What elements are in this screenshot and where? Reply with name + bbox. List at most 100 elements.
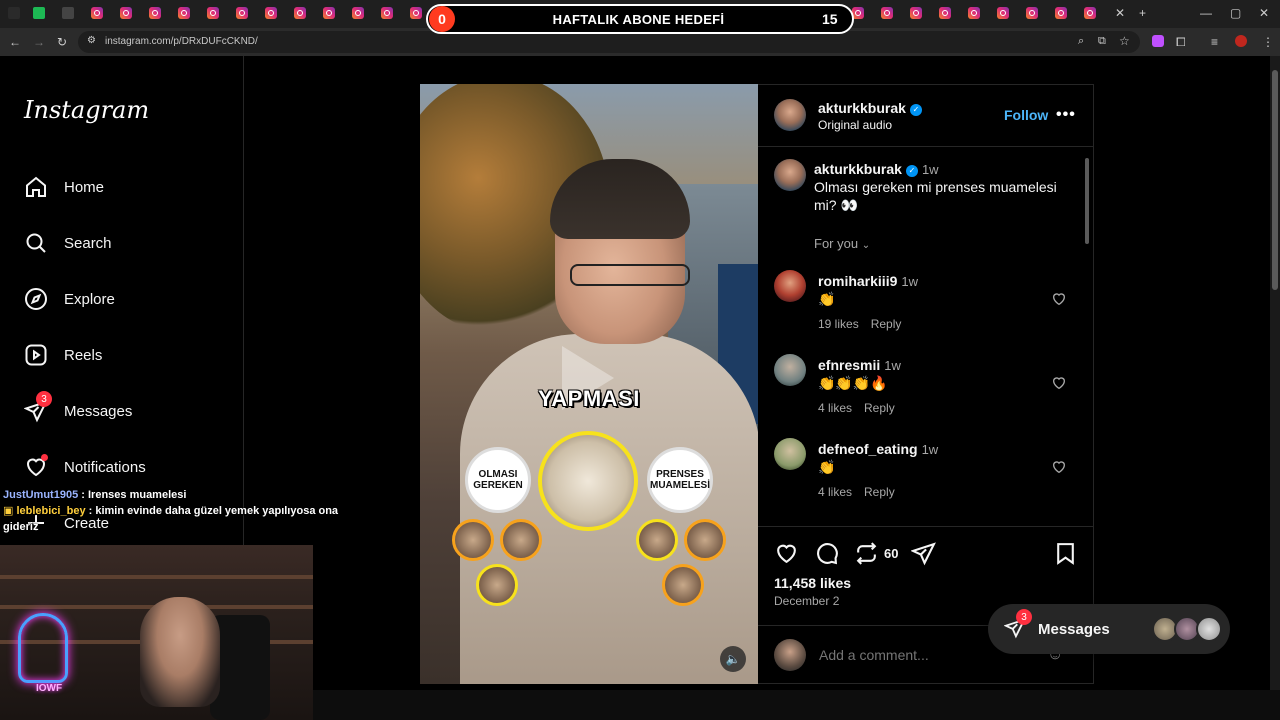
maximize-icon[interactable]: ▢ (1230, 6, 1241, 20)
comments-scrollbar-thumb[interactable] (1085, 158, 1089, 244)
caption-author[interactable]: akturkkburak ✓ 1w (814, 161, 939, 177)
more-options-icon[interactable]: ••• (1056, 106, 1076, 124)
for-you-label[interactable]: For you (814, 236, 858, 251)
instagram-tab-icon[interactable] (149, 7, 161, 19)
comment-username[interactable]: defneof_eating 1w (818, 441, 938, 457)
post-date[interactable]: December 2 (774, 594, 839, 608)
sidebar-item-messages[interactable]: 3 Messages (22, 391, 132, 431)
repost-icon[interactable] (854, 541, 879, 566)
instagram-tab-icon[interactable] (1026, 7, 1038, 19)
reel-video[interactable]: YAPMASI OLMASI GEREKEN PRENSES MUAMELESİ… (420, 84, 758, 684)
sidebar-item-explore[interactable]: Explore (22, 279, 115, 319)
tab-favicon[interactable] (33, 7, 45, 19)
tab-favicon[interactable] (62, 7, 74, 19)
comment-avatar[interactable] (774, 354, 806, 386)
instagram-tab-icon[interactable] (1055, 7, 1067, 19)
comment-username[interactable]: efnresmii 1w (818, 357, 901, 373)
url-text[interactable]: instagram.com/p/DRxDUFcCKND/ (105, 36, 258, 47)
install-icon[interactable]: ⧉ (1098, 35, 1106, 48)
messages-floating-button[interactable]: 3 Messages (988, 604, 1230, 654)
author-username-text[interactable]: akturkkburak (818, 100, 906, 116)
comments-scrollbar[interactable] (1085, 148, 1091, 524)
instagram-tab-icon[interactable] (207, 7, 219, 19)
goal-target-count: 15 (822, 11, 838, 27)
like-heart-icon[interactable] (774, 541, 799, 566)
video-center-circle (538, 431, 638, 531)
zoom-icon[interactable]: ⌕ (1078, 35, 1084, 48)
forward-icon[interactable]: → (33, 35, 45, 49)
instagram-tab-icon[interactable] (91, 7, 103, 19)
comment-likes[interactable]: 4 likes (818, 401, 852, 415)
sidebar-item-home[interactable]: Home (22, 167, 104, 207)
back-icon[interactable]: ← (9, 35, 21, 49)
for-you-dropdown[interactable]: For you ⌄ (814, 236, 870, 251)
subscriber-goal-overlay: 0 HAFTALIK ABONE HEDEFİ 15 (426, 4, 854, 34)
instagram-tab-icon[interactable] (120, 7, 132, 19)
instagram-tab-icon[interactable] (997, 7, 1009, 19)
instagram-tab-icon[interactable] (1084, 7, 1096, 19)
site-info-icon[interactable]: ⚙ (87, 35, 96, 46)
comment-time: 1w (884, 358, 901, 373)
comment-username-text[interactable]: defneof_eating (818, 441, 918, 457)
instagram-tab-icon[interactable] (910, 7, 922, 19)
save-bookmark-icon[interactable] (1053, 541, 1078, 566)
share-icon[interactable] (911, 541, 936, 566)
comment-bubble-icon[interactable] (814, 541, 839, 566)
address-field[interactable]: ⚙ instagram.com/p/DRxDUFcCKND/ ⌕ ⧉ ☆ (78, 31, 1140, 53)
instagram-tab-icon[interactable] (968, 7, 980, 19)
add-comment-input[interactable] (819, 647, 1009, 663)
new-tab-icon[interactable]: + (1139, 6, 1146, 20)
follow-button[interactable]: Follow (1004, 107, 1048, 123)
author-username[interactable]: akturkkburak ✓ (818, 100, 922, 116)
extensions-puzzle-icon[interactable]: ⧠ (1176, 35, 1186, 50)
caption-time[interactable]: 1w (922, 162, 939, 177)
instagram-tab-icon[interactable] (410, 7, 422, 19)
minimize-icon[interactable]: — (1200, 6, 1212, 20)
comment-likes[interactable]: 4 likes (818, 485, 852, 499)
reply-button[interactable]: Reply (871, 317, 902, 331)
instagram-tab-icon[interactable] (323, 7, 335, 19)
bookmark-star-icon[interactable]: ☆ (1119, 34, 1130, 48)
reload-icon[interactable]: ↻ (57, 35, 67, 49)
comment-likes[interactable]: 19 likes (818, 317, 859, 331)
instagram-tab-icon[interactable] (381, 7, 393, 19)
caption-author-avatar[interactable] (774, 159, 806, 191)
comment-username[interactable]: romiharkiii9 1w (818, 273, 918, 289)
extension-icon[interactable] (1152, 35, 1164, 47)
browser-menu-icon[interactable]: ⋮ (1262, 35, 1274, 49)
instagram-tab-icon[interactable] (881, 7, 893, 19)
comment-avatar[interactable] (774, 438, 806, 470)
reply-button[interactable]: Reply (864, 485, 895, 499)
tab-close-icon[interactable]: ✕ (1115, 6, 1125, 20)
instagram-tab-icon[interactable] (939, 7, 951, 19)
instagram-tab-icon[interactable] (294, 7, 306, 19)
caption-author-text[interactable]: akturkkburak (814, 161, 902, 177)
page-scrollbar[interactable] (1270, 56, 1280, 690)
comment-like-heart-icon[interactable] (1051, 459, 1067, 475)
window-close-icon[interactable]: ✕ (1259, 6, 1269, 20)
scrollbar-thumb[interactable] (1272, 70, 1278, 290)
comment-text: 👏👏👏🔥 (818, 375, 888, 391)
reply-button[interactable]: Reply (864, 401, 895, 415)
instagram-tab-icon[interactable] (236, 7, 248, 19)
likes-count[interactable]: 11,458 likes (774, 575, 851, 591)
author-avatar[interactable] (774, 99, 806, 131)
original-audio-link[interactable]: Original audio (818, 118, 892, 132)
sidebar-item-search[interactable]: Search (22, 223, 112, 263)
tab-favicon[interactable] (8, 7, 20, 19)
instagram-logo[interactable]: Instagram (24, 96, 149, 124)
comment-like-heart-icon[interactable] (1051, 291, 1067, 307)
profile-avatar-icon[interactable] (1235, 35, 1247, 47)
comment-username-text[interactable]: efnresmii (818, 357, 880, 373)
comment-like-heart-icon[interactable] (1051, 375, 1067, 391)
media-control-icon[interactable]: ≡ (1211, 35, 1218, 49)
comment-avatar[interactable] (774, 270, 806, 302)
instagram-tab-icon[interactable] (352, 7, 364, 19)
sidebar-item-reels[interactable]: Reels (22, 335, 102, 375)
instagram-tab-icon[interactable] (178, 7, 190, 19)
mute-toggle-icon[interactable]: 🔈 (720, 646, 746, 672)
comment-username-text[interactable]: romiharkiii9 (818, 273, 897, 289)
messages-badge: 3 (36, 391, 52, 407)
instagram-tab-icon[interactable] (265, 7, 277, 19)
sidebar-item-notifications[interactable]: Notifications (22, 447, 146, 487)
